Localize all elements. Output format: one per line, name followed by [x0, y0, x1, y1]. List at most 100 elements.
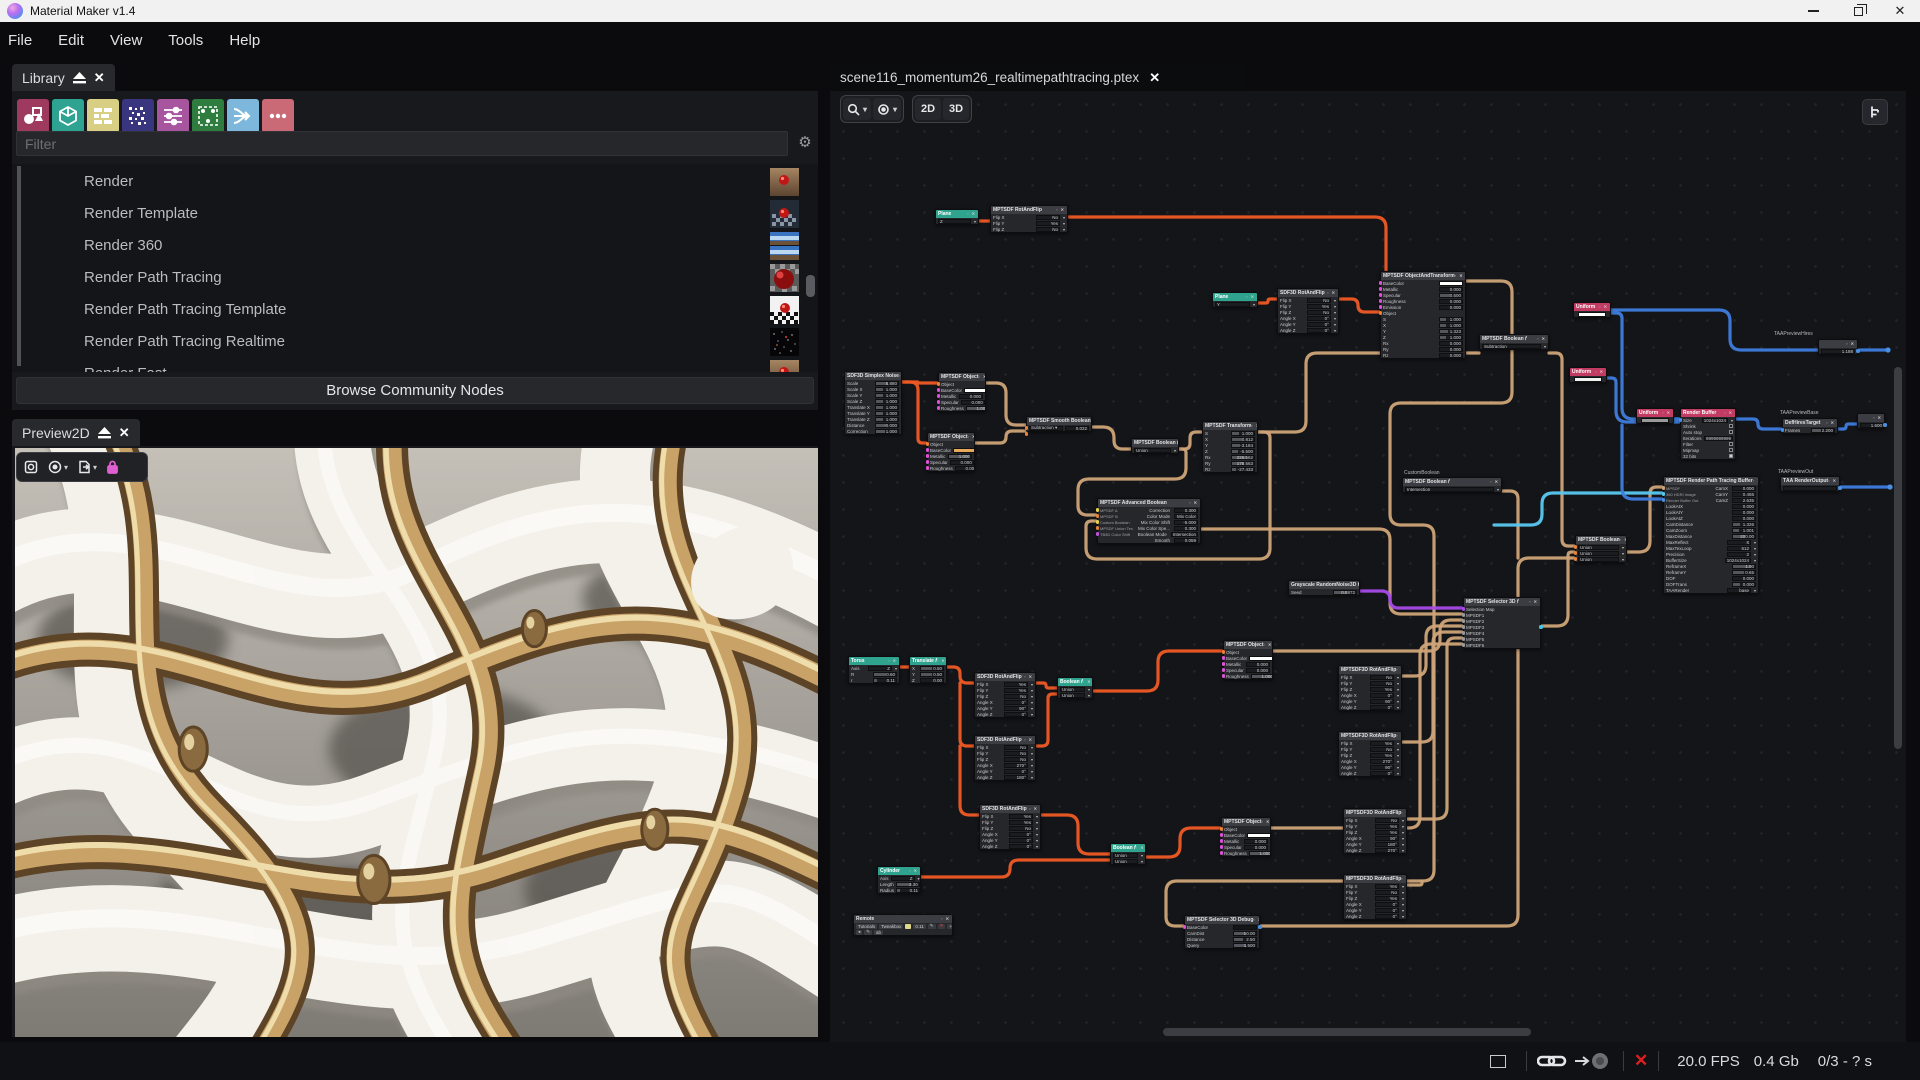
input-port[interactable]	[1679, 418, 1683, 422]
input-port[interactable]	[1379, 293, 1383, 297]
graph-node-uniform-1[interactable]: Uniform▫ ✕	[1573, 302, 1611, 318]
graph-node-advanced-boolean[interactable]: MPTSDF Advanced Boolean▫ ✕MPSDF ACorrect…	[1097, 498, 1201, 544]
input-port[interactable]	[1781, 428, 1785, 432]
graph-node-transform-1[interactable]: MPTSDF Transform▫ ✕S1.000X0.812Y-3.184Z-…	[1202, 421, 1258, 473]
graph-node-rotandflip-2[interactable]: SDF3D RotAndFlip▫ ✕Flip XNo▾Flip YYes▾Fl…	[1277, 288, 1339, 334]
list-item[interactable]: Render Path Tracing Realtime	[12, 326, 818, 358]
graph-node-rotandflip-b2[interactable]: SDF3D RotAndFlip▫ ✕Flip XNo▾Flip YNo▾Fli…	[974, 735, 1036, 781]
noise-icon[interactable]	[122, 99, 154, 133]
graph-vertical-scrollbar[interactable]	[1894, 367, 1902, 749]
input-port[interactable]	[1222, 656, 1226, 660]
input-port[interactable]	[1462, 637, 1466, 641]
list-item[interactable]: Render Template	[12, 198, 818, 230]
input-port[interactable]	[1220, 827, 1224, 831]
input-port[interactable]	[1462, 619, 1466, 623]
minimize-button[interactable]	[1796, 0, 1830, 22]
zoom-tool-button[interactable]: ▾	[843, 98, 871, 120]
graph-node-rotandflip-m2[interactable]: MPTSDF3D RotAndFlip▫ ✕Flip XYes▾Flip YNo…	[1338, 731, 1402, 777]
graph-node-rotandflip-m1[interactable]: MPTSDF3D RotAndFlip▫ ✕Flip XNo▾Flip YNo▾…	[1338, 665, 1402, 711]
graph-node-plane-1[interactable]: Plane▫ ✕Z▾	[935, 209, 979, 225]
graph-node-object-3[interactable]: MPTSDF Object▫ ✕ObjectBaseColorMetallic0…	[1223, 640, 1273, 680]
browse-community-nodes-button[interactable]: Browse Community Nodes	[16, 377, 814, 404]
menu-view[interactable]: View	[110, 32, 142, 49]
input-port[interactable]	[937, 382, 941, 386]
close-icon[interactable]: ✕	[119, 425, 130, 441]
input-port[interactable]	[1379, 287, 1383, 291]
input-port[interactable]	[1096, 514, 1100, 518]
input-port[interactable]	[1462, 613, 1466, 617]
input-port[interactable]	[926, 454, 930, 458]
input-port[interactable]	[926, 442, 930, 446]
graph-node-smooth-boolean[interactable]: MPTSDF Smooth Boolean 𝑓▫ ✕Subtraction ▾0…	[1026, 416, 1092, 432]
input-port[interactable]	[926, 448, 930, 452]
preview-render-viewport[interactable]	[15, 448, 818, 1037]
input-port[interactable]	[1379, 311, 1383, 315]
graph-node-grayscale-noise[interactable]: Grayscale RandomNoise3D 𝑓▫ ✕Seed0.8872	[1288, 580, 1360, 596]
graph-node-rotandflip-1[interactable]: MPTSDF RotAndFlip▫ ✕Flip XNo▾Flip YYes▾F…	[990, 205, 1068, 233]
menu-file[interactable]: File	[8, 32, 32, 49]
input-port[interactable]	[1220, 839, 1224, 843]
patterns-icon[interactable]	[87, 99, 119, 133]
input-port[interactable]	[1025, 426, 1029, 430]
graph-node-torus[interactable]: Torus▫ ✕AxisZ▾R0.60r0.11	[848, 656, 900, 684]
input-port[interactable]	[926, 460, 930, 464]
input-port[interactable]	[1220, 833, 1224, 837]
output-port[interactable]	[1883, 423, 1887, 427]
preview-area-icon[interactable]	[1490, 1055, 1506, 1068]
input-port[interactable]	[1222, 674, 1226, 678]
graph-node-custom-boolean[interactable]: MPTSDF Boolean 𝑓▫ ✕Intersection▾	[1402, 477, 1502, 493]
menu-help[interactable]: Help	[229, 32, 260, 49]
graph-node-boolean-3union[interactable]: MPTSDF Boolean▫ ✕Union▾Union▾Union▾	[1575, 535, 1627, 563]
input-port[interactable]	[1462, 625, 1466, 629]
input-port[interactable]	[937, 406, 941, 410]
input-port[interactable]	[1574, 551, 1578, 555]
graph-node-object-1[interactable]: MPTSDF Object▫ ✕ObjectBaseColorMetallic0…	[938, 372, 986, 412]
output-port[interactable]	[1838, 486, 1842, 490]
graph-node-mini-value-1[interactable]: ▫ ✕1.600	[1857, 413, 1885, 429]
view-mode-eye-button[interactable]: ▾	[44, 455, 71, 479]
output-port[interactable]	[1539, 625, 1543, 629]
arrow-target-icon[interactable]	[1573, 1052, 1613, 1070]
export-button[interactable]: ▾	[73, 455, 100, 479]
graph-node-mini-value-2[interactable]: ▫ ✕1.188	[1818, 339, 1858, 355]
snapshot-frame-button[interactable]	[20, 455, 42, 479]
maximize-button[interactable]	[1841, 0, 1875, 22]
graph-node-boolean-union-1[interactable]: MPTSDF Boolean 𝑓▫ ✕Union▾	[1131, 438, 1179, 454]
close-window-button[interactable]: ✕	[1883, 0, 1917, 22]
generators-icon[interactable]	[17, 99, 49, 133]
input-port[interactable]	[1220, 851, 1224, 855]
input-port[interactable]	[1662, 492, 1666, 496]
input-port[interactable]	[1574, 557, 1578, 561]
graph-node-remote[interactable]: Remote▫ ✕TutorialsTweakbox0.11✎✕++◂✎ab	[853, 914, 953, 936]
library-tab[interactable]: Library ✕	[12, 64, 115, 91]
menu-edit[interactable]: Edit	[58, 32, 84, 49]
input-port[interactable]	[937, 400, 941, 404]
graph-node-rotandflip-b1[interactable]: SDF3D RotAndFlip▫ ✕Flip XYes▾Flip YYes▾F…	[974, 672, 1036, 718]
graph-node-cylinder[interactable]: Cylinder▫ ✕AxisZ▾Length3.30Radius0.11	[877, 866, 921, 894]
graph-node-selector-3d[interactable]: MPTSDF Selector 3D 𝑓▫ ✕Selection MapMPSD…	[1463, 597, 1541, 649]
preview-3d-toggle[interactable]: 3D	[943, 98, 969, 120]
hierarchy-view-button[interactable]	[1862, 99, 1888, 125]
workflow-icon[interactable]	[192, 99, 224, 133]
undock-icon[interactable]	[73, 72, 86, 84]
undock-icon[interactable]	[98, 427, 111, 439]
input-port[interactable]	[1096, 508, 1100, 512]
filter-settings-gear-icon[interactable]: ⚙	[795, 133, 815, 153]
input-port[interactable]	[1662, 486, 1666, 490]
input-port[interactable]	[1220, 845, 1224, 849]
graph-node-render-buffer[interactable]: Render Buffer▫ ✕Size1024x1024▾ShrinkAuto…	[1680, 408, 1736, 460]
input-port[interactable]	[1096, 526, 1100, 530]
output-port[interactable]	[1258, 925, 1262, 929]
close-scene-icon[interactable]: ✕	[1149, 70, 1160, 86]
input-port[interactable]	[1574, 545, 1578, 549]
lock-button[interactable]	[102, 455, 123, 479]
graph-node-uniform-2[interactable]: Uniform▫ ✕	[1569, 367, 1607, 383]
input-port[interactable]	[1222, 650, 1226, 654]
input-port[interactable]	[1662, 498, 1666, 502]
link-icon[interactable]	[1537, 1053, 1573, 1069]
graph-node-boolean-subtract[interactable]: MPTSDF Boolean 𝑓▫ ✕Subtraction▾	[1479, 334, 1549, 350]
stop-render-icon[interactable]: ✕	[1634, 1051, 1648, 1071]
input-port[interactable]	[1462, 631, 1466, 635]
graph-node-object-transform[interactable]: MPTSDF ObjectAndTransform▫ ✕BaseColorMet…	[1380, 271, 1466, 359]
scene-file-tab[interactable]: scene116_momentum26_realtimepathtracing.…	[830, 64, 1244, 91]
